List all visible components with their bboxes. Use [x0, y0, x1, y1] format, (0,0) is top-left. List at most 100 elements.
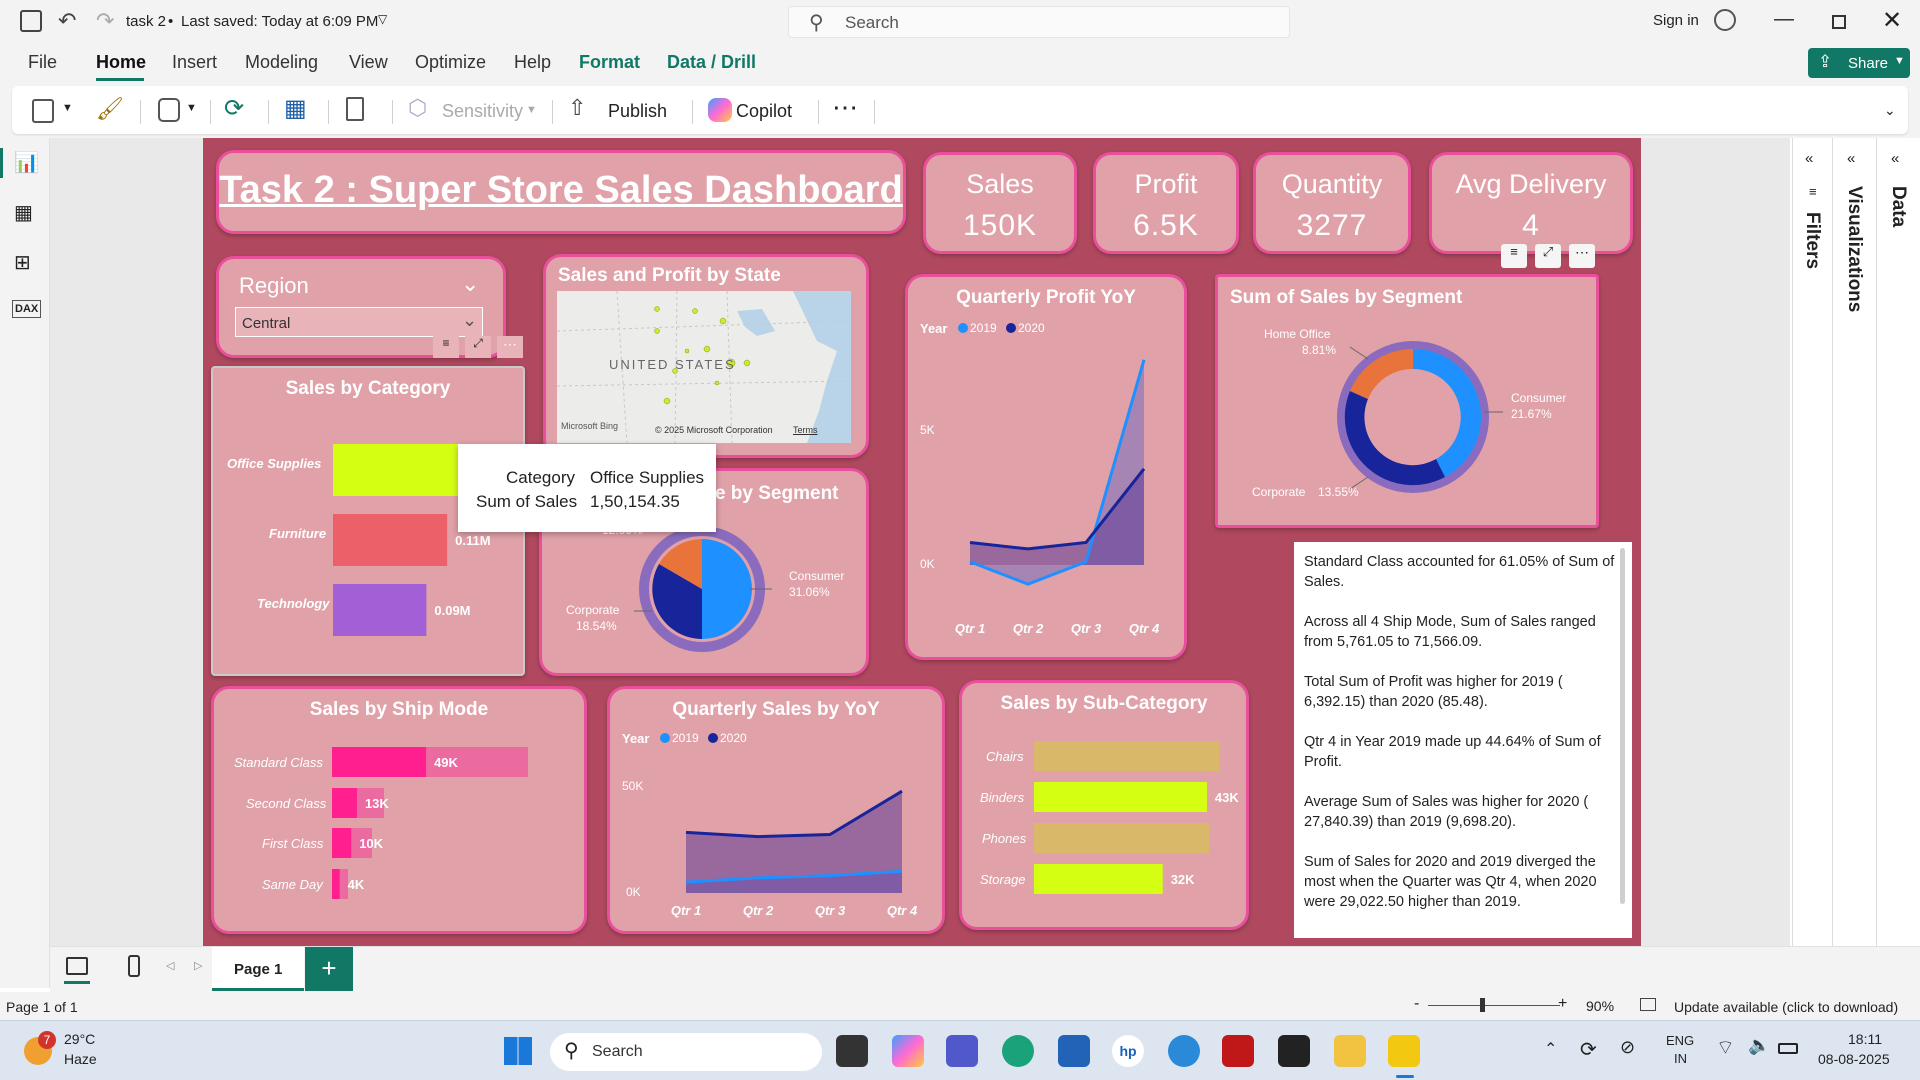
desktop-layout-icon[interactable] [66, 957, 88, 975]
more-options-icon[interactable]: ⋯ [497, 336, 523, 358]
collapse-ribbon-icon[interactable]: ⌄ [1884, 102, 1896, 119]
table-view-icon[interactable]: ▦ [14, 200, 33, 225]
sales-by-ship-mode-chart[interactable]: Sales by Ship Mode Standard Class Second… [211, 686, 587, 934]
wifi-icon[interactable]: ⌔ [1716, 1035, 1735, 1060]
expand-icon[interactable]: « [1891, 150, 1899, 167]
undo-icon[interactable]: ↶ [58, 8, 76, 34]
get-data-icon[interactable] [158, 98, 180, 122]
more-options-icon[interactable]: ⋯ [832, 92, 858, 123]
visualizations-pane[interactable]: « Visualizations [1832, 138, 1876, 948]
battery-icon[interactable] [1778, 1043, 1798, 1054]
map-terms-link[interactable]: Terms [793, 425, 818, 435]
menu-format[interactable]: Format [579, 52, 640, 73]
weather-temp[interactable]: 29°C [64, 1031, 95, 1047]
quarterly-sales-yoy-chart[interactable]: Quarterly Sales by YoY Year 2019 2020 50… [607, 686, 945, 934]
chevron-down-icon[interactable]: ▼ [62, 102, 73, 114]
menu-home[interactable]: Home [96, 52, 146, 73]
copilot-button[interactable]: Copilot [736, 101, 792, 122]
store-icon[interactable] [1058, 1035, 1090, 1067]
report-view-icon[interactable]: 📊 [14, 150, 39, 175]
next-page-icon[interactable]: ▷ [194, 959, 202, 972]
data-label[interactable]: Data [1887, 186, 1909, 227]
data-pane[interactable]: « Data [1876, 138, 1920, 948]
sticky-notes-icon[interactable] [1278, 1035, 1310, 1067]
windows-start-icon[interactable] [504, 1037, 532, 1065]
menu-modeling[interactable]: Modeling [245, 52, 318, 73]
menu-view[interactable]: View [349, 52, 388, 73]
quarterly-profit-yoy-chart[interactable]: Quarterly Profit YoY Year 2019 2020 5K 0… [905, 274, 1187, 660]
mobile-layout-icon[interactable] [128, 955, 140, 977]
publish-button[interactable]: Publish [608, 101, 667, 122]
format-painter-icon[interactable]: 🖌 [96, 96, 124, 122]
calculator-icon[interactable] [346, 97, 364, 121]
language-region[interactable]: IN [1674, 1051, 1687, 1066]
clock-date[interactable]: 08-08-2025 [1818, 1051, 1890, 1067]
filters-pane[interactable]: « ≡ Filters [1792, 138, 1832, 948]
sensitivity-icon[interactable]: ⬡ [408, 95, 427, 121]
focus-mode-icon[interactable]: ⤢ [465, 336, 491, 358]
edge-icon[interactable] [1002, 1035, 1034, 1067]
kpi-quantity-card[interactable]: Quantity 3277 [1253, 152, 1411, 254]
menu-help[interactable]: Help [514, 52, 551, 73]
help-icon[interactable] [1168, 1035, 1200, 1067]
smart-narrative[interactable]: Standard Class accounted for 61.05% of S… [1294, 542, 1632, 938]
volume-icon[interactable]: 🔈 [1748, 1035, 1770, 1056]
taskbar-search[interactable]: ⚲ Search [550, 1033, 822, 1071]
refresh-icon[interactable]: ⟳ [224, 94, 244, 123]
tray-chevron-icon[interactable]: ⌃ [1544, 1039, 1557, 1059]
sales-by-sub-category-chart[interactable]: Sales by Sub-Category Chairs Binders Pho… [959, 680, 1249, 930]
teams-icon[interactable] [946, 1035, 978, 1067]
minimize-icon[interactable]: — [1774, 8, 1794, 31]
more-options-icon[interactable]: ⋯ [1569, 244, 1595, 268]
sign-in-link[interactable]: Sign in [1653, 12, 1699, 29]
file-explorer-icon[interactable] [1334, 1035, 1366, 1067]
filter-icon[interactable]: ≡ [433, 336, 459, 358]
weather-condition[interactable]: Haze [64, 1051, 97, 1067]
zoom-slider-thumb[interactable] [1480, 998, 1485, 1012]
model-view-icon[interactable]: ⊞ [14, 250, 31, 275]
zoom-level[interactable]: 90% [1586, 998, 1614, 1014]
language-code[interactable]: ENG [1666, 1033, 1694, 1048]
sum-of-sales-by-segment-chart[interactable]: Sum of Sales by Segment Home Office 8.81… [1215, 274, 1599, 528]
map-tiles[interactable]: UNITED STATES Microsoft Bing © 2025 Micr… [557, 291, 851, 443]
chevron-down-icon[interactable]: ⌄ [461, 271, 479, 297]
region-dropdown[interactable]: Central ⌄ [235, 307, 483, 337]
kpi-profit-card[interactable]: Profit 6.5K [1093, 152, 1239, 254]
kpi-sales-card[interactable]: Sales 150K [923, 152, 1077, 254]
chevron-down-icon[interactable]: ▼ [186, 102, 197, 114]
sensitivity-button[interactable]: Sensitivity [442, 101, 523, 122]
menu-optimize[interactable]: Optimize [415, 52, 486, 73]
share-button[interactable]: ⇪ Share ▼ [1808, 48, 1910, 78]
zoom-out-button[interactable]: - [1414, 995, 1419, 1013]
copilot-icon[interactable] [708, 98, 732, 122]
sync-icon[interactable]: ⟳ [1580, 1037, 1597, 1062]
add-page-button[interactable]: + [305, 947, 353, 991]
mcafee-icon[interactable] [1222, 1035, 1254, 1067]
hp-icon[interactable]: hp [1112, 1035, 1144, 1067]
search-input[interactable]: ⚲ Search [788, 6, 1290, 38]
close-icon[interactable]: ✕ [1882, 6, 1902, 35]
redo-icon[interactable]: ↷ [96, 8, 114, 34]
chevron-down-icon[interactable]: ▽ [378, 12, 387, 26]
user-icon[interactable] [1714, 9, 1736, 31]
save-icon[interactable] [20, 10, 42, 32]
task-view-icon[interactable] [836, 1035, 868, 1067]
zoom-slider-track[interactable] [1428, 1005, 1560, 1006]
menu-file[interactable]: File [28, 52, 57, 73]
update-available-link[interactable]: Update available (click to download) [1674, 999, 1898, 1015]
expand-icon[interactable]: « [1847, 150, 1855, 167]
expand-icon[interactable]: « [1805, 150, 1813, 167]
chevron-down-icon[interactable]: ▼ [526, 104, 537, 116]
page-tab-page-1[interactable]: Page 1 [212, 947, 304, 991]
clock-time[interactable]: 18:11 [1848, 1031, 1882, 1047]
paste-icon[interactable] [32, 99, 54, 123]
copilot-app-icon[interactable] [892, 1035, 924, 1067]
filter-icon[interactable]: ≡ [1501, 244, 1527, 268]
zoom-in-button[interactable]: + [1558, 995, 1567, 1013]
vpn-icon[interactable]: ⊘ [1620, 1037, 1635, 1058]
menu-data-drill[interactable]: Data / Drill [667, 52, 756, 73]
last-saved[interactable]: Last saved: Today at 6:09 PM [181, 13, 378, 30]
scrollbar[interactable] [1620, 548, 1625, 904]
kpi-avg-delivery-card[interactable]: Avg Delivery 4 [1429, 152, 1633, 254]
filters-label[interactable]: Filters [1801, 212, 1823, 269]
